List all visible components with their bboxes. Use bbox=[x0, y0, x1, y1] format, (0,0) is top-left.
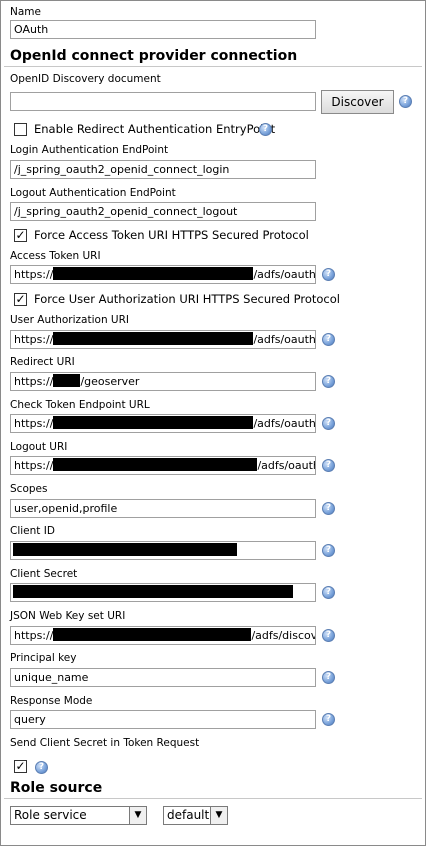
send-secret-label: Send Client Secret in Token Request bbox=[10, 737, 200, 749]
role-service-select[interactable]: default ▼ bbox=[163, 806, 228, 825]
help-icon[interactable]: ? bbox=[322, 671, 335, 684]
help-icon[interactable]: ? bbox=[322, 544, 335, 557]
login-endpoint-field[interactable] bbox=[10, 160, 316, 179]
client-secret-label: Client Secret bbox=[10, 568, 78, 580]
principal-key-input[interactable] bbox=[14, 669, 312, 686]
checkbox-check-icon: ✓ bbox=[15, 292, 26, 306]
access-token-uri-field[interactable]: https:// /adfs/oauth2 bbox=[10, 265, 316, 284]
help-icon[interactable]: ? bbox=[259, 123, 272, 136]
enable-redirect-label: Enable Redirect Authentication EntryPoin… bbox=[34, 122, 276, 136]
logout-endpoint-label: Logout Authentication EndPoint bbox=[10, 187, 176, 199]
provider-heading: OpenId connect provider connection bbox=[10, 48, 298, 64]
check-token-url-field[interactable]: https:// /adfs/oauth2 bbox=[10, 414, 316, 433]
force-user-auth-https-label: Force User Authorization URI HTTPS Secur… bbox=[34, 292, 340, 306]
check-token-url-label: Check Token Endpoint URL bbox=[10, 399, 150, 411]
uri-prefix: https:// bbox=[14, 629, 54, 642]
client-secret-field[interactable] bbox=[10, 583, 316, 602]
redacted-block bbox=[53, 332, 254, 345]
uri-suffix: /adfs/discov bbox=[251, 629, 316, 642]
scopes-label: Scopes bbox=[10, 483, 48, 495]
user-auth-uri-field[interactable]: https:// /adfs/oauth2 bbox=[10, 330, 316, 349]
jwk-uri-label: JSON Web Key set URI bbox=[10, 610, 126, 622]
login-endpoint-input[interactable] bbox=[14, 161, 312, 178]
access-token-uri-label: Access Token URI bbox=[10, 250, 101, 262]
help-icon[interactable]: ? bbox=[399, 95, 412, 108]
uri-prefix: https:// bbox=[14, 268, 54, 281]
redacted-block bbox=[13, 585, 293, 598]
redirect-uri-field[interactable]: https:// /geoserver bbox=[10, 372, 316, 391]
uri-prefix: https:// bbox=[14, 375, 54, 388]
uri-suffix: /adfs/oauth2 bbox=[253, 333, 316, 346]
discover-button[interactable]: Discover bbox=[321, 90, 394, 114]
uri-prefix: https:// bbox=[14, 459, 54, 472]
uri-suffix: /geoserver bbox=[80, 375, 140, 388]
help-icon[interactable]: ? bbox=[35, 761, 48, 774]
uri-suffix: /adfs/oauth2 bbox=[253, 268, 316, 281]
redacted-block bbox=[53, 416, 254, 429]
checkbox-check-icon: ✓ bbox=[15, 759, 26, 773]
response-mode-label: Response Mode bbox=[10, 695, 93, 707]
name-label: Name bbox=[10, 6, 41, 18]
chevron-down-icon[interactable]: ▼ bbox=[129, 807, 146, 824]
discovery-field[interactable] bbox=[10, 92, 316, 111]
uri-suffix: /adfs/oauth2 bbox=[253, 417, 316, 430]
send-secret-checkbox[interactable]: ✓ bbox=[14, 760, 27, 773]
user-auth-uri-label: User Authorization URI bbox=[10, 314, 130, 326]
force-user-auth-https-checkbox[interactable]: ✓ bbox=[14, 293, 27, 306]
redirect-uri-label: Redirect URI bbox=[10, 356, 75, 368]
help-icon[interactable]: ? bbox=[322, 268, 335, 281]
response-mode-input[interactable] bbox=[14, 711, 312, 728]
checkbox-check-icon: ✓ bbox=[15, 228, 26, 242]
role-source-value: Role service bbox=[14, 808, 87, 822]
logout-endpoint-field[interactable] bbox=[10, 202, 316, 221]
role-source-heading: Role source bbox=[10, 780, 103, 796]
help-icon[interactable]: ? bbox=[322, 586, 335, 599]
name-input[interactable] bbox=[14, 21, 312, 38]
name-field[interactable] bbox=[10, 20, 316, 39]
client-id-label: Client ID bbox=[10, 525, 55, 537]
force-access-https-label: Force Access Token URI HTTPS Secured Pro… bbox=[34, 228, 309, 242]
uri-suffix: /adfs/oauth2 bbox=[257, 459, 315, 472]
uri-prefix: https:// bbox=[14, 333, 54, 346]
principal-key-field[interactable] bbox=[10, 668, 316, 687]
redacted-block bbox=[53, 458, 258, 471]
uri-prefix: https:// bbox=[14, 417, 54, 430]
scopes-field[interactable] bbox=[10, 499, 316, 518]
help-icon[interactable]: ? bbox=[322, 417, 335, 430]
login-endpoint-label: Login Authentication EndPoint bbox=[10, 144, 169, 156]
help-icon[interactable]: ? bbox=[322, 333, 335, 346]
enable-redirect-checkbox[interactable] bbox=[14, 123, 27, 136]
redacted-block bbox=[53, 628, 252, 641]
logout-endpoint-input[interactable] bbox=[14, 203, 312, 220]
section-divider bbox=[4, 66, 422, 67]
section-divider bbox=[4, 798, 422, 799]
help-icon[interactable]: ? bbox=[322, 713, 335, 726]
help-icon[interactable]: ? bbox=[322, 375, 335, 388]
help-icon[interactable]: ? bbox=[322, 629, 335, 642]
principal-key-label: Principal key bbox=[10, 652, 77, 664]
role-service-value: default bbox=[167, 808, 210, 822]
client-id-field[interactable] bbox=[10, 541, 316, 560]
help-icon[interactable]: ? bbox=[322, 502, 335, 515]
jwk-uri-field[interactable]: https:// /adfs/discov bbox=[10, 626, 316, 645]
response-mode-field[interactable] bbox=[10, 710, 316, 729]
help-icon[interactable]: ? bbox=[322, 459, 335, 472]
scopes-input[interactable] bbox=[14, 500, 312, 517]
redacted-block bbox=[13, 543, 237, 556]
logout-uri-label: Logout URI bbox=[10, 441, 68, 453]
role-source-select[interactable]: Role service ▼ bbox=[10, 806, 147, 825]
discovery-label: OpenID Discovery document bbox=[10, 73, 161, 85]
chevron-down-icon[interactable]: ▼ bbox=[210, 807, 227, 824]
discovery-input[interactable] bbox=[14, 93, 312, 110]
redacted-block bbox=[53, 267, 254, 280]
redacted-block bbox=[53, 374, 81, 387]
logout-uri-field[interactable]: https:// /adfs/oauth2 bbox=[10, 456, 316, 475]
force-access-https-checkbox[interactable]: ✓ bbox=[14, 229, 27, 242]
